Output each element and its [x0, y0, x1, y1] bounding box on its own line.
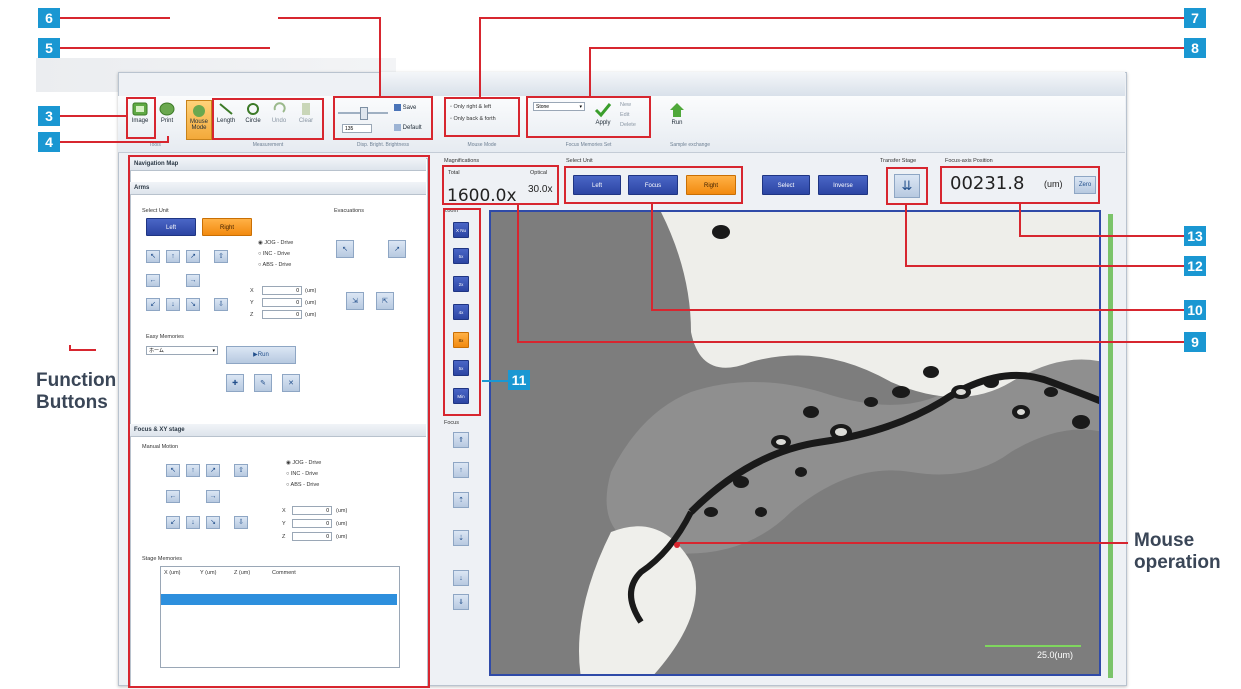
image-button-highlight: [126, 97, 156, 139]
callout-11: 11: [508, 370, 530, 390]
callout-7: 7: [1184, 8, 1206, 28]
callout-10: 10: [1184, 300, 1206, 320]
callout-3: 3: [38, 106, 60, 126]
callout-leader-lines: [60, 17, 1184, 544]
callout-9: 9: [1184, 332, 1206, 352]
callout-4: 4: [38, 132, 60, 152]
callout-8: 8: [1184, 38, 1206, 58]
callout-11-line: [482, 380, 508, 382]
callout-5: 5: [38, 38, 60, 58]
callout-12: 12: [1184, 256, 1206, 276]
callout-13: 13: [1184, 226, 1206, 246]
callout-6: 6: [38, 8, 60, 28]
